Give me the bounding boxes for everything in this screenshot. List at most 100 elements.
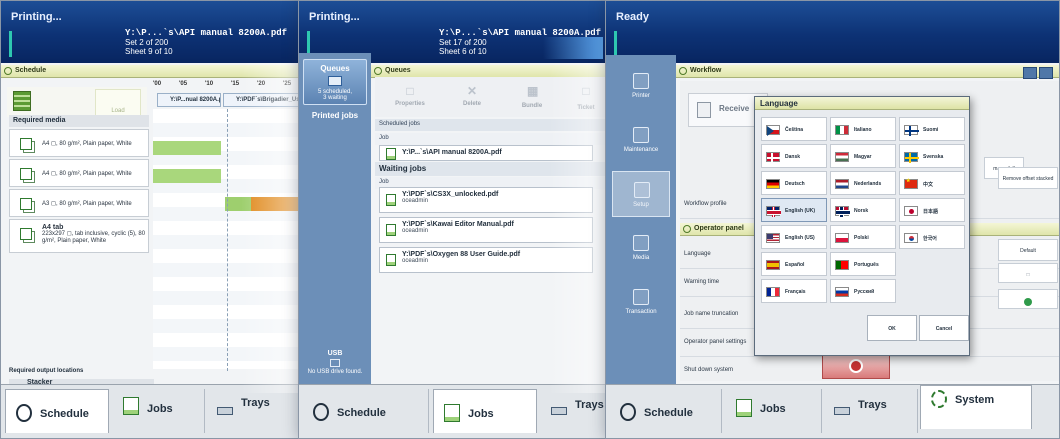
status-title: Ready bbox=[616, 11, 650, 23]
language-icon[interactable] bbox=[1039, 67, 1053, 79]
language-option-francais[interactable]: Français bbox=[761, 279, 827, 303]
media-item[interactable]: A3 ◻, 80 g/m², Plain paper, White bbox=[9, 189, 149, 217]
media-item[interactable]: A4 ◻, 80 g/m², Plain paper, White bbox=[9, 159, 149, 187]
language-option-portugues[interactable]: Português bbox=[830, 252, 896, 276]
tray-icon bbox=[834, 407, 850, 415]
media-item-tab[interactable]: A4 tab 223x297 ◻, tab inclusive, cyclic … bbox=[9, 219, 149, 253]
sidebar-item-setup[interactable]: Setup bbox=[612, 171, 670, 217]
job-user: oceadmin bbox=[402, 198, 429, 204]
usb-info: No USB drive found. bbox=[307, 369, 363, 375]
bundle-button[interactable]: ▦ Bundle bbox=[507, 79, 557, 113]
media-item[interactable]: A4 ◻, 80 g/m², Plain paper, White bbox=[9, 129, 149, 157]
tab-trays[interactable]: Trays bbox=[824, 389, 918, 433]
media-icon bbox=[20, 168, 32, 180]
language-option-italiano[interactable]: Italiano bbox=[830, 117, 896, 141]
document-icon bbox=[386, 148, 396, 160]
ok-button[interactable]: OK bbox=[867, 315, 917, 341]
delete-button[interactable]: ✕ Delete bbox=[447, 79, 497, 113]
sidebar-item-transaction[interactable]: Transaction bbox=[612, 279, 670, 325]
sidebar-item-label: Setup bbox=[633, 202, 649, 208]
scheduled-job-row[interactable]: Y:\P...`s\API manual 8200A.pdf bbox=[379, 145, 593, 161]
current-job-info: Y:\P...`s\API manual 8200A.pdf Set 2 of … bbox=[125, 29, 287, 57]
language-dialog: Language Čeština Italiano Suomi Dansk Ma… bbox=[754, 96, 970, 356]
sidebar-item-queues-label: Queues bbox=[320, 64, 350, 73]
language-option-svenska[interactable]: Svenska bbox=[899, 144, 965, 168]
tab-schedule[interactable]: Schedule bbox=[303, 389, 429, 433]
language-icon[interactable] bbox=[1023, 67, 1037, 79]
shut-down-button[interactable] bbox=[822, 353, 890, 379]
schedule-timeline: Y:\P...nual 8200A.pdf Y:\PDF`s\Brigadier… bbox=[153, 93, 301, 371]
hungary-flag-icon bbox=[835, 152, 849, 162]
waiting-jobs-heading: Waiting jobs bbox=[375, 162, 609, 176]
sidebar-item-usb[interactable]: USB No USB drive found. bbox=[303, 350, 367, 382]
properties-button[interactable]: □ Properties bbox=[379, 79, 441, 113]
sidebar-item-queues[interactable]: Queues 5 scheduled, 3 waiting bbox=[303, 59, 367, 105]
language-option-deutsch[interactable]: Deutsch bbox=[761, 171, 827, 195]
sidebar-item-printer[interactable]: Printer bbox=[612, 63, 670, 109]
language-label: Português bbox=[854, 262, 879, 268]
remove-offset-button[interactable]: Remove offset stacked bbox=[998, 167, 1058, 189]
language-option-magyar[interactable]: Magyar bbox=[830, 144, 896, 168]
language-label: Suomi bbox=[923, 127, 939, 133]
usa-flag-icon bbox=[766, 233, 780, 243]
ticket-button[interactable]: □ Ticket bbox=[561, 79, 609, 113]
edit-button[interactable]: □ bbox=[998, 263, 1058, 283]
language-option-polski[interactable]: Polski bbox=[830, 225, 896, 249]
sidebar-item-maintenance[interactable]: Maintenance bbox=[612, 117, 670, 163]
tab-schedule[interactable]: Schedule bbox=[5, 389, 109, 433]
waiting-job-row[interactable]: Y:\PDF`s\Oxygen 88 User Guide.pdf oceadm… bbox=[379, 247, 593, 273]
current-job-sheet: Sheet 9 of 10 bbox=[125, 47, 173, 56]
waiting-job-row[interactable]: Y:\PDF`s\CS3X_unlocked.pdf oceadmin bbox=[379, 187, 593, 213]
delete-icon: ✕ bbox=[467, 84, 478, 98]
delete-label: Delete bbox=[462, 101, 481, 107]
default-button[interactable]: Default bbox=[998, 239, 1058, 261]
language-option-chinese[interactable]: 中文 bbox=[899, 171, 965, 195]
waiting-job-row[interactable]: Y:\PDF`s\Kawai Editor Manual.pdf oceadmi… bbox=[379, 217, 593, 243]
language-option-espanol[interactable]: Español bbox=[761, 252, 827, 276]
language-option-dansk[interactable]: Dansk bbox=[761, 144, 827, 168]
tab-jobs[interactable]: Jobs bbox=[113, 389, 205, 433]
language-option-japanese[interactable]: 日本語 bbox=[899, 198, 965, 222]
czech-flag-icon bbox=[766, 125, 780, 136]
media-icon bbox=[20, 198, 32, 210]
language-option-norsk[interactable]: Norsk bbox=[830, 198, 896, 222]
job-user: oceadmin bbox=[402, 228, 429, 234]
required-media-heading: Required media bbox=[9, 115, 149, 127]
language-option-korean[interactable]: 한국어 bbox=[899, 225, 965, 249]
tab-trays[interactable]: Trays bbox=[541, 389, 609, 433]
load-button[interactable]: Load bbox=[95, 89, 141, 117]
language-option-suomi[interactable]: Suomi bbox=[899, 117, 965, 141]
toggle-button[interactable] bbox=[998, 289, 1058, 309]
language-option-english-us[interactable]: English (US) bbox=[761, 225, 827, 249]
scheduled-job-bar[interactable]: Y:\P...nual 8200A.pdf bbox=[157, 93, 221, 107]
language-option-cestina[interactable]: Čeština bbox=[761, 117, 827, 141]
tab-system[interactable]: System bbox=[920, 385, 1032, 429]
side-button-label: Default bbox=[1020, 248, 1036, 254]
language-dialog-title: Language bbox=[755, 97, 969, 110]
toggle-icon bbox=[1024, 298, 1032, 306]
language-label: 日本語 bbox=[923, 209, 939, 215]
sidebar-item-media[interactable]: Media bbox=[612, 225, 670, 271]
media-usage-block bbox=[153, 169, 221, 183]
tab-trays[interactable]: Trays bbox=[207, 389, 301, 433]
language-label: English (UK) bbox=[785, 208, 815, 214]
language-option-english-uk[interactable]: English (UK) bbox=[761, 198, 827, 222]
schedule-header: Schedule bbox=[1, 65, 301, 78]
cancel-button[interactable]: Cancel bbox=[919, 315, 969, 341]
language-option-russian[interactable]: Русский bbox=[830, 279, 896, 303]
germany-flag-icon bbox=[766, 179, 780, 189]
scheduled-job-bar[interactable]: Y:\PDF`s\Brigadier_UserM bbox=[223, 93, 301, 107]
language-label: Русский bbox=[854, 289, 875, 295]
tab-jobs[interactable]: Jobs bbox=[726, 389, 822, 433]
language-option-nederlands[interactable]: Nederlands bbox=[830, 171, 896, 195]
paper-stack-icon[interactable] bbox=[13, 91, 31, 111]
ruler-tick: '25 bbox=[283, 81, 292, 87]
tab-jobs[interactable]: Jobs bbox=[433, 389, 537, 433]
tab-trays-label: Trays bbox=[858, 399, 887, 411]
bottom-tab-bar: Schedule Jobs Trays System bbox=[606, 384, 1059, 438]
sidebar-item-printed-jobs[interactable]: Printed jobs bbox=[303, 109, 367, 149]
tray-icon bbox=[217, 407, 233, 415]
tab-schedule[interactable]: Schedule bbox=[610, 389, 722, 433]
queues-info: 3 waiting bbox=[323, 95, 347, 101]
language-label: Nederlands bbox=[854, 181, 882, 187]
